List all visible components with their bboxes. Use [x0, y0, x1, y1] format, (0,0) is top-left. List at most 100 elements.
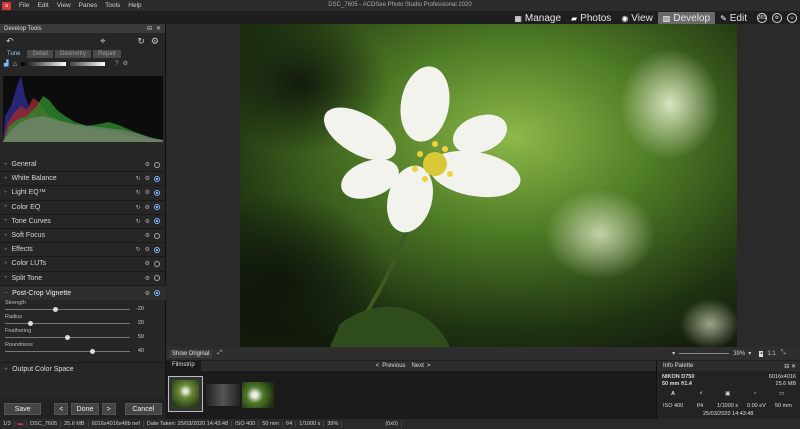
close-icon[interactable]: ✕	[156, 25, 161, 32]
slider-handle[interactable]	[90, 349, 95, 354]
gear-icon[interactable]: ⚙	[145, 275, 150, 282]
gear-icon[interactable]: ⚙	[145, 189, 150, 196]
one-to-one-button[interactable]: 1:1	[767, 351, 775, 357]
slider-track[interactable]	[5, 323, 130, 324]
slider-strength[interactable]: Strength -20	[0, 300, 166, 314]
next-button[interactable]: Next >	[412, 363, 431, 369]
smiley-icon[interactable]: ☺	[787, 13, 797, 23]
slider-value[interactable]: 50	[138, 334, 144, 340]
tab-filmstrip[interactable]: Filmstrip	[166, 361, 201, 371]
show-original-button[interactable]: Show Original	[169, 349, 213, 358]
section-general[interactable]: + General ⚙	[0, 158, 166, 173]
mode-develop[interactable]: ▨ Develop	[657, 12, 716, 24]
reset-icon[interactable]: ↻	[136, 218, 141, 225]
menu-file[interactable]: File	[19, 2, 29, 9]
mode-view[interactable]: ◉ View	[616, 12, 657, 24]
expand-icon[interactable]: ⤡	[781, 350, 786, 357]
close-icon[interactable]: ⊟ ✕	[784, 363, 796, 370]
reset-icon[interactable]: ↻	[137, 36, 145, 47]
fullscreen-icon[interactable]: ⤢	[217, 350, 222, 357]
enable-toggle-icon[interactable]	[154, 232, 160, 239]
mode-manage[interactable]: ▦ Manage	[509, 12, 566, 24]
thumbnail[interactable]	[206, 384, 240, 406]
menu-view[interactable]: View	[57, 2, 71, 9]
section-light-eq[interactable]: + Light EQ™ ↻ ⚙	[0, 186, 166, 201]
tab-repair[interactable]: Repair	[93, 49, 121, 58]
acdsee-365-icon[interactable]: 365	[757, 13, 767, 23]
slider-handle[interactable]	[65, 335, 70, 340]
menu-help[interactable]: Help	[128, 2, 141, 9]
gear-icon[interactable]: ⚙	[145, 260, 150, 267]
reset-icon[interactable]: ↻	[136, 246, 141, 253]
help-icon[interactable]: ?	[115, 61, 118, 67]
tab-geometry[interactable]: Geometry	[54, 49, 92, 58]
next-image-button[interactable]: >	[101, 403, 116, 415]
warning-icon[interactable]: △	[13, 60, 18, 67]
mode-edit[interactable]: ✎ Edit	[715, 12, 752, 24]
section-split-tone[interactable]: + Split Tone ⚙	[0, 272, 166, 286]
section-soft-focus[interactable]: + Soft Focus ⚙	[0, 229, 166, 244]
settings-icon[interactable]: ⚙	[772, 13, 782, 23]
gear-icon[interactable]: ⚙	[145, 232, 150, 239]
zoom-slider[interactable]	[679, 353, 730, 354]
enable-toggle-icon[interactable]	[154, 218, 160, 225]
section-color-eq[interactable]: + Color EQ ↻ ⚙	[0, 201, 166, 215]
gear-icon[interactable]: ⚙	[145, 161, 150, 168]
slider-feathering[interactable]: Feathering 50	[0, 328, 166, 342]
fit-icon[interactable]: ▪	[759, 350, 764, 357]
enable-toggle-icon[interactable]	[154, 161, 160, 168]
menu-tools[interactable]: Tools	[105, 2, 120, 9]
enable-toggle-icon[interactable]	[154, 290, 160, 296]
gear-icon[interactable]: ⚙	[145, 175, 150, 182]
slider-track[interactable]	[5, 309, 130, 310]
enable-toggle-icon[interactable]	[154, 275, 160, 282]
section-color-luts[interactable]: + Color LUTs ⚙	[0, 257, 166, 272]
gear-icon[interactable]: ⚙	[145, 204, 150, 211]
tab-tune[interactable]: Tune	[2, 49, 26, 58]
enable-toggle-icon[interactable]	[154, 246, 160, 253]
photo-preview[interactable]	[240, 24, 737, 347]
enable-toggle-icon[interactable]	[154, 260, 160, 267]
slider-roundness[interactable]: Roundness 40	[0, 342, 166, 356]
cancel-button[interactable]: Cancel	[124, 403, 162, 415]
enable-toggle-icon[interactable]	[154, 189, 160, 196]
menu-edit[interactable]: Edit	[37, 2, 48, 9]
gear-icon[interactable]: ⚙	[151, 36, 159, 47]
reset-icon[interactable]: ↻	[136, 204, 141, 211]
gear-icon[interactable]: ⚙	[145, 218, 150, 225]
mode-photos[interactable]: ▰ Photos	[566, 12, 616, 24]
gear-icon[interactable]: ⚙	[145, 246, 150, 253]
gear-icon[interactable]: ⚙	[145, 290, 150, 297]
slider-handle[interactable]	[27, 321, 33, 326]
slider-value[interactable]: 20	[138, 320, 144, 326]
enable-toggle-icon[interactable]	[154, 204, 160, 211]
thumbnail[interactable]	[242, 382, 274, 408]
tab-detail[interactable]: Detail	[27, 49, 53, 58]
zoom-dropdown-icon[interactable]: ▾	[748, 350, 751, 357]
slider-track[interactable]	[5, 351, 130, 352]
image-viewer[interactable]	[166, 24, 800, 347]
save-button[interactable]: Save	[4, 403, 42, 415]
section-output-color-space[interactable]: + Output Color Space	[0, 362, 166, 376]
slider-value[interactable]: -20	[136, 306, 144, 312]
reset-icon[interactable]: ↻	[136, 175, 141, 182]
section-white-balance[interactable]: + White Balance ↻ ⚙	[0, 172, 166, 187]
slider-value[interactable]: 40	[138, 348, 144, 354]
slider-handle[interactable]	[52, 307, 58, 312]
reset-icon[interactable]: ↻	[136, 189, 141, 196]
slider-radius[interactable]: Radius 20	[0, 314, 166, 328]
section-effects[interactable]: + Effects ↻ ⚙	[0, 243, 166, 258]
histogram-icon[interactable]: ▟	[4, 60, 9, 67]
previous-button[interactable]: < Previous	[376, 363, 406, 369]
enable-toggle-icon[interactable]	[154, 175, 160, 182]
done-button[interactable]: Done	[71, 403, 99, 415]
options-icon[interactable]: ⚙	[123, 60, 128, 67]
previous-image-button[interactable]: <	[54, 403, 69, 415]
section-tone-curves[interactable]: + Tone Curves ↻ ⚙	[0, 215, 166, 229]
pin-icon[interactable]: ⊟	[147, 25, 152, 32]
section-post-crop-vignette[interactable]: − Post-Crop Vignette ⚙	[0, 286, 166, 300]
crop-target-icon[interactable]: ⌖	[100, 36, 105, 47]
menu-panes[interactable]: Panes	[79, 2, 97, 9]
back-arrow-icon[interactable]: ↶	[6, 36, 14, 47]
zoom-dropdown-icon[interactable]: ▾	[672, 350, 675, 357]
